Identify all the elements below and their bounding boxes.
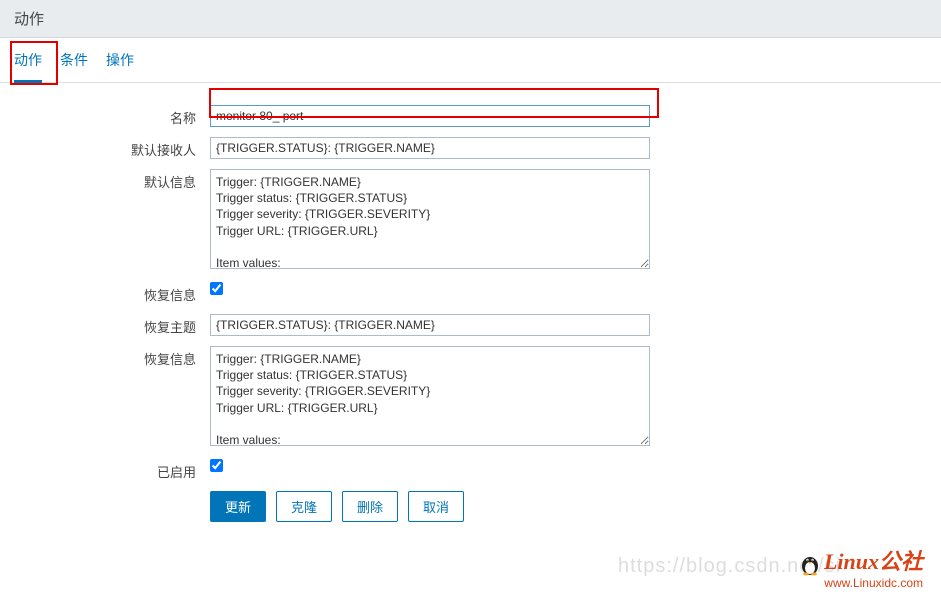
recovery-msg-label: 恢复信息	[14, 346, 210, 368]
page-header: 动作	[0, 0, 941, 38]
default-info-label: 默认信息	[14, 169, 210, 191]
recovery-msg-textarea[interactable]	[210, 346, 650, 446]
enabled-checkbox[interactable]	[210, 459, 223, 472]
clone-button[interactable]: 克隆	[276, 491, 332, 522]
tab-condition[interactable]: 条件	[60, 50, 88, 82]
watermark-background: https://blog.csdn.net/si	[618, 555, 841, 578]
cancel-button[interactable]: 取消	[408, 491, 464, 522]
recovery-subject-input[interactable]	[210, 314, 650, 336]
recovery-info-checkbox[interactable]	[210, 282, 223, 295]
row-recovery-info-toggle: 恢复信息	[14, 282, 927, 304]
recovery-subject-label: 恢复主题	[14, 314, 210, 336]
default-info-textarea[interactable]	[210, 169, 650, 269]
enabled-label: 已启用	[14, 459, 210, 481]
row-enabled: 已启用	[14, 459, 927, 481]
action-form: 名称 默认接收人 默认信息 恢复信息 恢复主题 恢复信息 已启用	[0, 83, 941, 532]
tux-icon	[798, 548, 822, 576]
watermark-logo-text: Linux公社	[824, 549, 923, 574]
tab-bar: 动作 条件 操作	[0, 38, 941, 83]
recovery-info-toggle-label: 恢复信息	[14, 282, 210, 304]
watermark: Linux公社 www.Linuxidc.com	[798, 544, 923, 590]
watermark-url: www.Linuxidc.com	[798, 576, 923, 590]
default-recipient-label: 默认接收人	[14, 137, 210, 159]
tab-operation[interactable]: 操作	[106, 50, 134, 82]
button-row: 更新 克隆 删除 取消	[210, 491, 927, 522]
row-recovery-msg: 恢复信息	[14, 346, 927, 449]
tab-action[interactable]: 动作	[14, 50, 42, 83]
name-input[interactable]	[210, 105, 650, 127]
name-label: 名称	[14, 105, 210, 127]
row-default-info: 默认信息	[14, 169, 927, 272]
row-default-recipient: 默认接收人	[14, 137, 927, 159]
row-recovery-subject: 恢复主题	[14, 314, 927, 336]
update-button[interactable]: 更新	[210, 491, 266, 522]
default-recipient-input[interactable]	[210, 137, 650, 159]
page-title: 动作	[14, 11, 44, 28]
delete-button[interactable]: 删除	[342, 491, 398, 522]
watermark-logo: Linux公社	[798, 544, 923, 576]
row-name: 名称	[14, 105, 927, 127]
